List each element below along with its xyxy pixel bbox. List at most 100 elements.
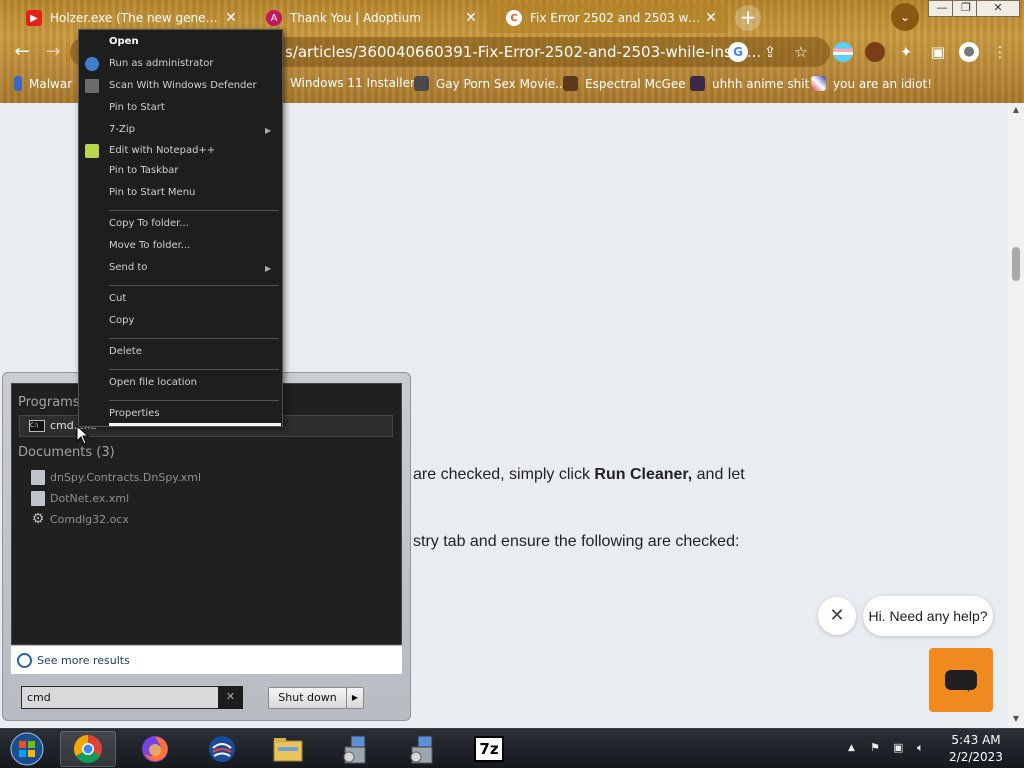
document-result[interactable]: ⚙ Comdlg32.ocx	[31, 512, 129, 527]
notepad-plus-plus-icon	[85, 144, 99, 158]
document-icon	[31, 491, 45, 506]
help-bubble[interactable]: Hi. Need any help?	[863, 596, 993, 636]
tab-fix-error[interactable]: C Fix Error 2502 and 2503 while in ✕	[488, 3, 728, 33]
bookmark-espectral[interactable]: Espectral McGee	[563, 76, 686, 91]
menu-separator	[109, 400, 279, 401]
menu-item-cut[interactable]: Cut	[109, 293, 126, 304]
menu-item-delete[interactable]: Delete	[109, 346, 142, 357]
cmd-icon: C:\	[29, 419, 45, 432]
clear-search-icon[interactable]: ✕	[218, 686, 243, 709]
help-chat-button[interactable]	[929, 648, 993, 712]
bookmark-icon	[811, 76, 826, 91]
clock-time: 5:43 AM	[951, 733, 1001, 747]
extensions-puzzle-icon[interactable]: ✦	[896, 42, 916, 62]
bookmark-icon	[563, 76, 578, 91]
defender-icon	[85, 79, 99, 93]
extension-avatar-icon[interactable]	[865, 42, 885, 62]
forward-icon[interactable]: →	[41, 40, 65, 64]
close-tab-icon[interactable]: ✕	[222, 10, 240, 26]
menu-focus-underline	[109, 423, 281, 426]
menu-item-scan-defender[interactable]: Scan With Windows Defender	[109, 80, 257, 91]
document-result[interactable]: DotNet.ex.xml	[31, 491, 129, 506]
windows-orb-icon	[10, 732, 44, 766]
menu-item-send-to[interactable]: Send to	[109, 262, 147, 273]
menu-dots-icon[interactable]: ⋮	[990, 42, 1010, 62]
menu-item-copy-to-folder[interactable]: Copy To folder...	[109, 218, 189, 229]
taskbar-chrome[interactable]	[60, 731, 116, 767]
new-tab-button[interactable]: +	[735, 5, 761, 31]
page-scrollbar[interactable]: ▲ ▼	[1008, 103, 1024, 728]
7zip-icon: 7z	[474, 736, 504, 762]
see-more-results-link[interactable]: See more results	[11, 646, 402, 674]
bookmark-idiot[interactable]: you are an idiot!	[811, 76, 932, 91]
bookmark-anime[interactable]: uhhh anime shit	[690, 76, 809, 91]
installer-icon	[343, 735, 366, 764]
context-menu: Open Run as administrator Scan With Wind…	[78, 29, 283, 427]
close-tab-icon[interactable]: ✕	[462, 10, 480, 26]
bookmark-icon	[14, 76, 22, 91]
menu-item-pin-to-start-menu[interactable]: Pin to Start Menu	[109, 187, 195, 198]
menu-item-open-file-location[interactable]: Open file location	[109, 377, 197, 388]
tab-search-icon[interactable]: ⌄	[891, 3, 919, 31]
submenu-arrow-icon: ▶	[265, 264, 272, 273]
adoptium-icon: A	[266, 10, 282, 26]
tab-title: Thank You | Adoptium	[290, 11, 421, 25]
profile-icon[interactable]: ●	[959, 42, 979, 62]
tab-adoptium[interactable]: A Thank You | Adoptium ✕	[248, 3, 488, 33]
clock-date: 2/2/2023	[949, 750, 1003, 764]
volume-icon[interactable]: 🔈︎	[917, 741, 924, 755]
menu-item-open[interactable]: Open	[109, 36, 139, 47]
menu-item-7zip[interactable]: 7-Zip	[109, 124, 135, 135]
taskbar-installer[interactable]	[327, 731, 383, 767]
extension-flag-icon[interactable]	[833, 42, 853, 62]
menu-item-copy[interactable]: Copy	[109, 315, 134, 326]
side-panel-icon[interactable]: ▣	[928, 42, 948, 62]
shutdown-button[interactable]: Shut down	[268, 687, 347, 709]
scroll-down-icon[interactable]: ▼	[1008, 714, 1024, 723]
bookmark-icon	[414, 76, 429, 91]
scroll-up-icon[interactable]: ▲	[1008, 105, 1024, 114]
menu-separator	[109, 369, 279, 370]
taskbar-installer-2[interactable]	[394, 731, 450, 767]
close-tab-icon[interactable]: ✕	[702, 10, 720, 26]
bookmark-star-icon[interactable]: ☆	[791, 42, 811, 62]
close-window-button[interactable]: ✕	[976, 0, 1020, 17]
back-icon[interactable]: ←	[10, 40, 34, 64]
menu-separator	[109, 338, 279, 339]
taskbar-7zip[interactable]: 7z	[461, 731, 517, 767]
site-icon: C	[506, 10, 522, 26]
youtube-icon: ▶	[26, 10, 42, 26]
menu-item-run-as-admin[interactable]: Run as administrator	[109, 58, 214, 69]
start-search-input[interactable]: cmd	[21, 686, 243, 709]
taskbar-firefox[interactable]	[127, 731, 183, 767]
chrome-icon	[74, 735, 102, 763]
help-close-button[interactable]: ✕	[818, 597, 856, 635]
menu-item-move-to-folder[interactable]: Move To folder...	[109, 240, 190, 251]
network-icon[interactable]: ▣	[893, 741, 903, 754]
bookmark-movie[interactable]: Gay Porn Sex Movie...	[414, 76, 567, 91]
menu-item-pin-to-start[interactable]: Pin to Start	[109, 102, 165, 113]
scroll-thumb[interactable]	[1012, 247, 1020, 281]
menu-item-properties[interactable]: Properties	[109, 408, 160, 419]
bookmark-malwar[interactable]: Malwar	[14, 76, 72, 91]
admin-shield-icon	[85, 57, 99, 71]
share-icon[interactable]: ⇪	[760, 42, 780, 62]
start-button[interactable]	[0, 731, 54, 767]
taskbar-file-explorer[interactable]	[260, 731, 316, 767]
document-result[interactable]: dnSpy.Contracts.DnSpy.xml	[31, 470, 201, 485]
action-center-flag-icon[interactable]: ⚑	[870, 741, 880, 754]
google-lens-icon[interactable]: G	[728, 42, 748, 62]
show-hidden-icons[interactable]: ▲	[848, 743, 855, 753]
taskbar: 7z ▲ ⚑ ▣ 🔈︎ 5:43 AM 2/2/2023	[0, 728, 1024, 768]
mouse-cursor-icon	[76, 425, 90, 445]
bookmark-windows-installer[interactable]: Windows 11 Installer	[290, 76, 415, 90]
opera-icon	[209, 736, 235, 762]
menu-item-pin-to-taskbar[interactable]: Pin to Taskbar	[109, 165, 179, 176]
menu-item-edit-notepad[interactable]: Edit with Notepad++	[109, 145, 215, 156]
chat-icon	[945, 670, 977, 692]
tab-title: Holzer.exe (The new generation o	[50, 11, 222, 25]
bookmark-icon	[690, 76, 705, 91]
system-clock[interactable]: 5:43 AM 2/2/2023	[944, 732, 1008, 766]
shutdown-options-arrow[interactable]: ▶	[346, 687, 364, 709]
taskbar-opera[interactable]	[194, 731, 250, 767]
